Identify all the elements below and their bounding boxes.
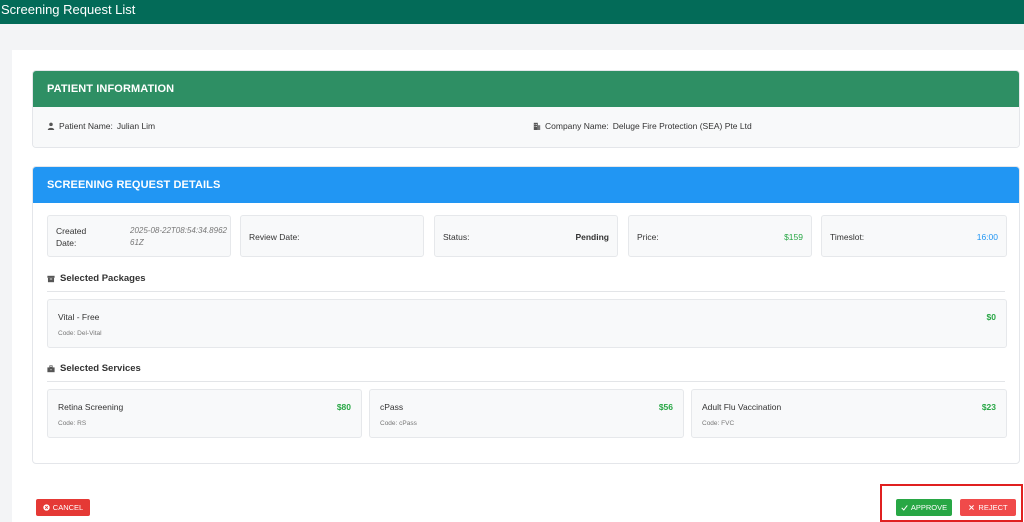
status-box: Status: Pending xyxy=(434,215,618,257)
price-label: Price: xyxy=(637,232,659,242)
services-divider xyxy=(47,381,1005,382)
patient-name-row: Patient Name: Julian Lim xyxy=(47,121,155,131)
patient-information-card: PATIENT INFORMATION Patient Name: Julian… xyxy=(32,70,1020,148)
service-price: $56 xyxy=(658,402,673,412)
check-icon xyxy=(901,505,908,511)
archive-icon xyxy=(47,275,55,282)
service-item: Adult Flu Vaccination Code: FVC $23 xyxy=(691,389,1007,438)
approve-button-label: APPROVE xyxy=(910,503,948,512)
app-header: Screening Request List xyxy=(0,0,1024,24)
review-date-box: Review Date: xyxy=(240,215,424,257)
briefcase-icon xyxy=(47,364,55,372)
timeslot-label: Timeslot: xyxy=(830,232,865,242)
package-item: Vital - Free Code: Del-Vital $0 xyxy=(47,299,1007,348)
service-item: Retina Screening Code: RS $80 xyxy=(47,389,362,438)
price-box: Price: $159 xyxy=(628,215,812,257)
patient-name-value: Julian Lim xyxy=(116,121,156,131)
service-price: $23 xyxy=(981,402,996,412)
selected-packages-label: Selected Packages xyxy=(60,273,146,284)
review-date-label: Review Date: xyxy=(249,232,300,242)
page-title: Screening Request List xyxy=(1,2,136,17)
screening-request-details-header: SCREENING REQUEST DETAILS xyxy=(33,167,1019,203)
approve-button[interactable]: APPROVE xyxy=(896,499,952,516)
service-name: cPass xyxy=(380,402,404,412)
timeslot-value: 16:00 xyxy=(976,232,998,242)
patient-name-label: Patient Name: xyxy=(59,121,113,131)
service-price: $80 xyxy=(336,402,351,412)
selected-packages-title: Selected Packages xyxy=(47,273,146,284)
screening-request-details-card: SCREENING REQUEST DETAILS Created Date: … xyxy=(32,166,1020,464)
selected-services-title: Selected Services xyxy=(47,363,141,374)
status-label: Status: xyxy=(443,232,470,242)
service-name: Adult Flu Vaccination xyxy=(702,402,782,412)
user-icon xyxy=(47,122,55,130)
cancel-button-label: CANCEL xyxy=(52,503,84,512)
service-code: Code: RS xyxy=(58,420,87,427)
patient-information-header: PATIENT INFORMATION xyxy=(33,71,1019,107)
service-code: Code: FVC xyxy=(702,420,735,427)
created-date-label: Created Date: xyxy=(56,226,87,248)
times-circle-icon xyxy=(43,504,50,511)
reject-button-label: REJECT xyxy=(978,503,1008,512)
selected-services-label: Selected Services xyxy=(60,363,141,374)
package-name: Vital - Free xyxy=(58,312,100,322)
package-price: $0 xyxy=(986,312,996,322)
company-name-row: Company Name: Deluge Fire Protection (SE… xyxy=(533,121,752,131)
package-code: Code: Del-Vital xyxy=(58,330,102,337)
cancel-button[interactable]: CANCEL xyxy=(36,499,90,516)
reject-button[interactable]: REJECT xyxy=(960,499,1016,516)
packages-divider xyxy=(47,291,1005,292)
created-date-box: Created Date: 2025-08-22T08:54:34.896261… xyxy=(47,215,231,257)
building-icon xyxy=(533,122,541,130)
timeslot-box: Timeslot: 16:00 xyxy=(821,215,1007,257)
service-item: cPass Code: cPass $56 xyxy=(369,389,684,438)
service-name: Retina Screening xyxy=(58,402,124,412)
page-content: PATIENT INFORMATION Patient Name: Julian… xyxy=(12,50,1024,522)
status-value: Pending xyxy=(575,232,609,242)
company-name-label: Company Name: xyxy=(545,121,609,131)
price-value: $159 xyxy=(784,232,803,242)
patient-information-body: Patient Name: Julian Lim Company Name: D… xyxy=(33,107,1019,147)
service-code: Code: cPass xyxy=(380,420,417,427)
created-date-value: 2025-08-22T08:54:34.896261Z xyxy=(130,226,227,247)
company-name-value: Deluge Fire Protection (SEA) Pte Ltd xyxy=(612,121,752,131)
times-icon xyxy=(969,505,975,510)
